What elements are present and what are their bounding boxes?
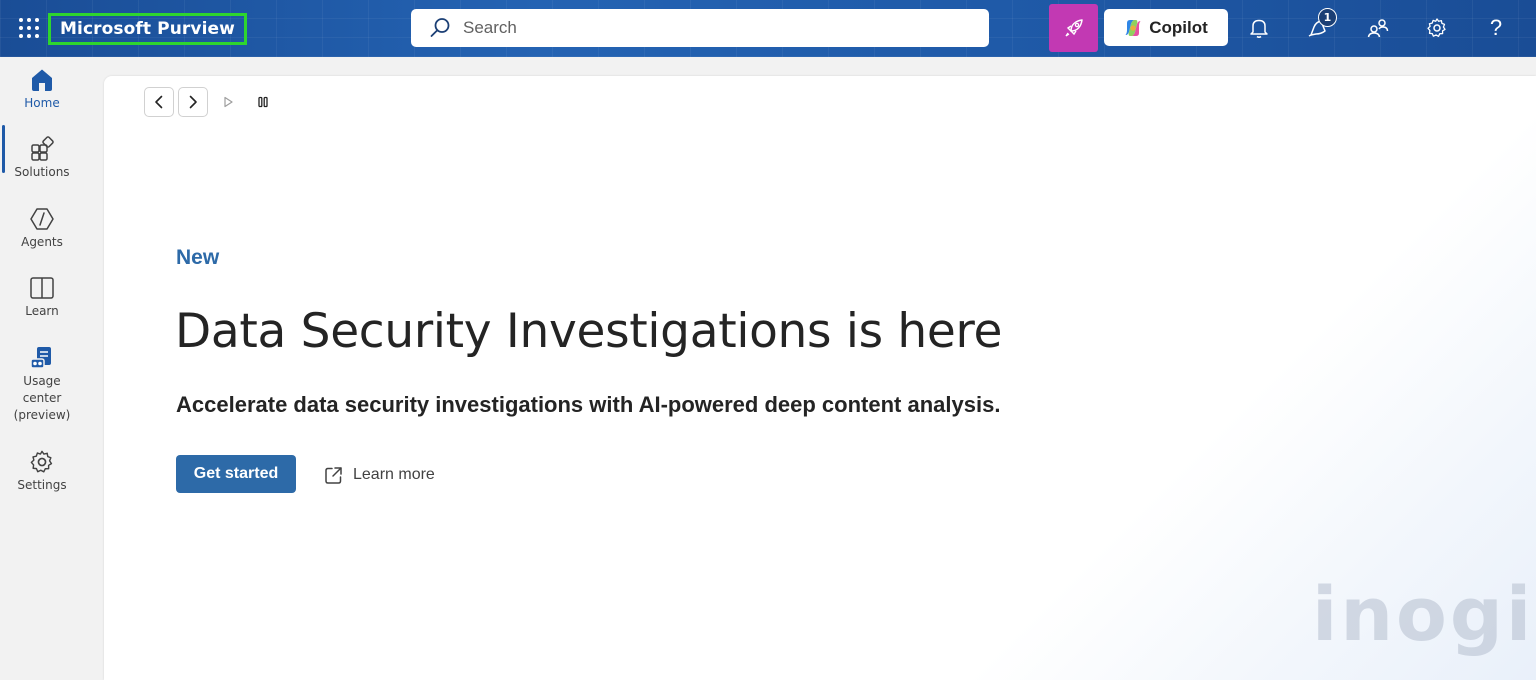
community-button[interactable] <box>1364 14 1392 42</box>
notifications-button[interactable] <box>1245 14 1273 42</box>
top-bar: Microsoft Purview Copilot <box>0 0 1536 57</box>
book-icon <box>30 277 54 299</box>
nav-label-agents: Agents <box>21 235 63 249</box>
agents-icon <box>30 208 54 230</box>
people-icon <box>1367 19 1389 38</box>
help-icon[interactable]: ? <box>1484 13 1508 43</box>
hero-eyebrow: New <box>176 246 220 269</box>
home-icon <box>32 69 52 91</box>
copilot-button[interactable]: Copilot <box>1104 9 1228 46</box>
nav-item-home[interactable]: Home <box>0 67 84 112</box>
carousel-previous-button[interactable] <box>144 87 174 117</box>
carousel-pause-button[interactable] <box>253 92 273 112</box>
left-nav-rail: Home Solutions Agents Learn Usage center… <box>0 57 84 680</box>
usage-center-icon <box>30 347 51 369</box>
hero-subtitle: Accelerate data security investigations … <box>176 392 1001 417</box>
rocket-icon <box>1064 19 1083 37</box>
app-title[interactable]: Microsoft Purview <box>48 13 247 45</box>
chevron-left-icon <box>155 95 163 109</box>
chevron-right-icon <box>189 95 197 109</box>
copilot-label: Copilot <box>1149 17 1208 37</box>
notification-badge: 1 <box>1318 8 1337 27</box>
nav-item-solutions[interactable]: Solutions <box>0 136 84 181</box>
get-started-button[interactable]: Get started <box>176 455 296 493</box>
search-icon <box>430 18 450 37</box>
nav-label-usage-center: Usage center (preview) <box>13 374 71 422</box>
nav-item-settings[interactable]: Settings <box>0 449 84 494</box>
settings-button[interactable] <box>1423 14 1451 42</box>
watermark-logo: inogic <box>1312 572 1536 658</box>
gear-icon <box>1427 18 1446 37</box>
carousel-next-button[interactable] <box>178 87 208 117</box>
open-external-icon <box>325 466 342 484</box>
learn-more-link[interactable]: Learn more <box>324 461 435 489</box>
nav-item-usage-center[interactable]: Usage center (preview) <box>0 345 84 424</box>
nav-label-solutions: Solutions <box>14 165 70 179</box>
search-input[interactable] <box>463 18 963 38</box>
nav-item-learn[interactable]: Learn <box>0 275 84 320</box>
bell-icon <box>1250 19 1268 38</box>
copilot-icon <box>1125 19 1141 36</box>
nav-label-learn: Learn <box>25 304 59 318</box>
learn-more-label: Learn more <box>353 466 435 483</box>
nav-label-home: Home <box>24 96 60 110</box>
search-box[interactable] <box>411 9 989 47</box>
nav-label-settings: Settings <box>17 478 67 492</box>
carousel-play-button[interactable] <box>218 92 238 112</box>
nav-item-agents[interactable]: Agents <box>0 206 84 251</box>
pause-icon <box>258 96 268 108</box>
hero-banner: New Data Security Investigations is here… <box>104 76 1536 680</box>
app-launcher-icon[interactable] <box>19 18 39 38</box>
rocket-button[interactable] <box>1049 4 1098 52</box>
solutions-icon <box>31 136 54 161</box>
gear-icon <box>30 450 53 473</box>
hero-headline: Data Security Investigations is here <box>175 304 1003 359</box>
play-icon <box>224 96 233 108</box>
